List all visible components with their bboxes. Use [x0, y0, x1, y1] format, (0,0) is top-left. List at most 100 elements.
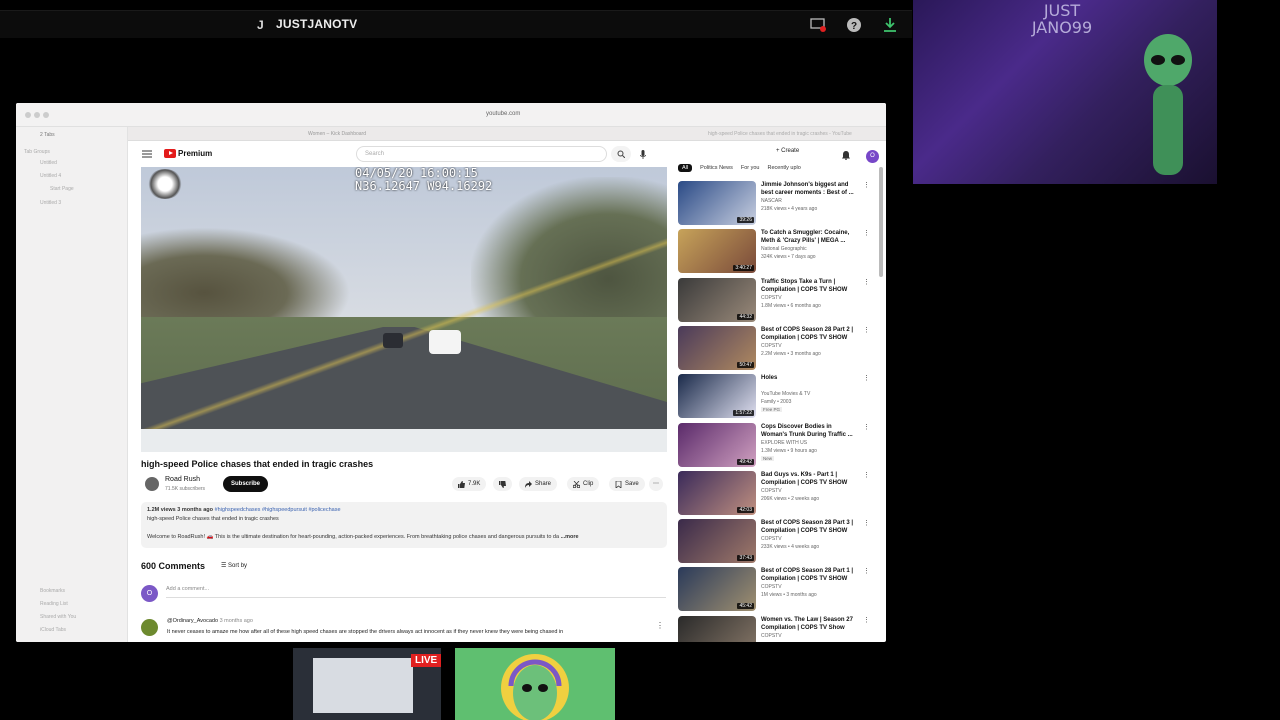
recommended-video[interactable]: Women vs. The Law | Season 27 Compilatio… [678, 615, 870, 642]
recommended-video[interactable]: 45:42 Best of COPS Season 28 Part 1 | Com… [678, 567, 870, 613]
video-title[interactable]: Best of COPS Season 28 Part 1 | Compilat… [761, 567, 857, 583]
video-description[interactable]: 1.2M views 3 months ago #highspeedchases… [141, 502, 667, 548]
video-thumbnail[interactable]: 50:47 [678, 325, 756, 370]
avatar-preview-thumbnail[interactable] [455, 648, 615, 720]
sidebar-item[interactable]: Untitled [40, 160, 57, 166]
recommended-video[interactable]: 44:32 Traffic Stops Take a Turn | Compila… [678, 277, 870, 324]
menu-icon[interactable] [142, 150, 152, 158]
tab-youtube[interactable]: high-speed Police chases that ended in t… [708, 131, 852, 137]
sidebar-item[interactable]: Reading List [40, 601, 68, 607]
more-options-icon[interactable]: ⋮ [863, 616, 870, 624]
channel-name[interactable]: COPSTV [761, 295, 782, 301]
scrollbar[interactable] [879, 167, 883, 277]
more-options-icon[interactable]: ⋮ [863, 374, 870, 382]
sidebar-item[interactable]: Start Page [50, 186, 74, 192]
video-title[interactable]: Cops Discover Bodies in Woman's Trunk Du… [761, 423, 857, 439]
hashtags[interactable]: #highspeedchases #highspeedpursuit #poli… [215, 507, 341, 513]
subscribe-button[interactable]: Subscribe [223, 476, 269, 492]
more-options-icon[interactable]: ⋮ [863, 278, 870, 286]
more-options-icon[interactable]: ⋮ [863, 567, 870, 575]
video-title[interactable]: Holes [761, 374, 857, 382]
more-options-icon[interactable]: ⋮ [863, 519, 870, 527]
save-button[interactable]: Save [609, 477, 645, 491]
dislike-button[interactable] [493, 477, 512, 491]
video-thumbnail[interactable]: 49:42 [678, 422, 756, 467]
channel-avatar[interactable] [145, 477, 159, 491]
more-options-icon[interactable]: ⋮ [863, 229, 870, 237]
video-thumbnail[interactable]: 3:40:27 [678, 229, 756, 274]
channel-name[interactable]: COPSTV [761, 536, 782, 542]
microphone-icon[interactable] [640, 150, 646, 159]
recommended-video[interactable]: 39:26 Jimmie Johnson's biggest and best c… [678, 181, 870, 227]
video-title[interactable]: To Catch a Smuggler: Cocaine, Meth & 'Cr… [761, 229, 857, 245]
share-button[interactable]: Share [519, 477, 558, 491]
comment-author[interactable]: @Ordinary_Avocado [167, 618, 218, 624]
stream-preview-thumbnail[interactable]: LIVE [293, 648, 441, 720]
chip-all[interactable]: All [678, 164, 693, 172]
recommended-video[interactable]: 1:57:22 Holes YouTube Movies & TV Family • … [678, 374, 870, 420]
channel-name[interactable]: COPSTV [761, 584, 782, 590]
video-title[interactable]: Women vs. The Law | Season 27 Compilatio… [761, 616, 857, 632]
channel-name[interactable]: COPSTV [761, 343, 782, 349]
more-options-icon[interactable]: ⋮ [863, 181, 870, 189]
video-title[interactable]: Bad Guys vs. K9s - Part 1 | Compilation … [761, 471, 857, 487]
more-options-icon[interactable]: ⋮ [863, 471, 870, 479]
tab-kick-dashboard[interactable]: Women – Kick Dashboard [308, 131, 366, 137]
chip-recent[interactable]: Recently uplo [767, 165, 800, 171]
like-button[interactable]: 7.9K [452, 477, 487, 491]
sidebar-item[interactable]: Untitled 3 [40, 200, 61, 206]
more-options-icon[interactable]: ⋮ [863, 326, 870, 334]
help-icon[interactable]: ? [845, 16, 863, 34]
channel-name[interactable]: NASCAR [761, 198, 782, 204]
chip-politics[interactable]: Politics News [700, 165, 733, 171]
address-bar[interactable]: youtube.com [486, 111, 520, 117]
video-thumbnail[interactable]: 42:03 [678, 470, 756, 515]
video-thumbnail[interactable]: 45:42 [678, 567, 756, 612]
channel-name[interactable]: JUSTJANOTV [276, 17, 357, 31]
notifications-bell-icon[interactable] [842, 151, 850, 160]
search-button[interactable] [611, 146, 631, 162]
chip-for-you[interactable]: For you [741, 165, 760, 171]
screen-share-icon[interactable] [809, 16, 827, 34]
channel-name[interactable]: COPSTV [761, 633, 782, 639]
clip-button[interactable]: Clip [567, 477, 600, 491]
video-title[interactable]: Jimmie Johnson's biggest and best career… [761, 181, 857, 197]
recommended-video[interactable]: 37:43 Best of COPS Season 28 Part 3 | Com… [678, 519, 870, 565]
channel-name[interactable]: National Geographic [761, 246, 807, 252]
recommended-video[interactable]: 42:03 Bad Guys vs. K9s - Part 1 | Compila… [678, 470, 870, 517]
video-thumbnail[interactable] [678, 615, 756, 642]
sidebar-item[interactable]: Untitled 4 [40, 173, 61, 179]
recommended-video[interactable]: 3:40:27 To Catch a Smuggler: Cocaine, Met… [678, 229, 870, 275]
sidebar-item[interactable]: Bookmarks [40, 588, 65, 594]
recommended-video[interactable]: 49:42 Cops Discover Bodies in Woman's Tru… [678, 422, 870, 469]
more-actions-button[interactable]: ⋯ [649, 477, 663, 491]
download-icon[interactable] [881, 16, 899, 34]
video-player[interactable]: 04/05/20 16:00:15 N36.12647 W94.16292 [141, 167, 667, 452]
commenter-avatar[interactable] [141, 619, 158, 636]
video-title[interactable]: Best of COPS Season 28 Part 3 | Compilat… [761, 519, 857, 535]
account-avatar[interactable]: O [866, 150, 879, 163]
sort-by-button[interactable]: ☰ Sort by [221, 562, 247, 569]
video-thumbnail[interactable]: 44:32 [678, 277, 756, 322]
more-link[interactable]: ...more [561, 534, 579, 540]
channel-name[interactable]: YouTube Movies & TV [761, 391, 810, 397]
sidebar-item[interactable]: 2 Tabs [40, 132, 55, 138]
create-button[interactable]: + Create [776, 148, 799, 154]
window-controls-icon[interactable] [24, 111, 54, 119]
search-input[interactable]: Search [356, 146, 607, 162]
recommended-video[interactable]: 50:47 Best of COPS Season 28 Part 2 | Com… [678, 325, 870, 372]
channel-name[interactable]: EXPLORE WITH US [761, 440, 807, 446]
sidebar-item[interactable]: iCloud Tabs [40, 627, 66, 633]
add-comment-input[interactable]: Add a comment... [166, 586, 666, 598]
video-thumbnail[interactable]: 1:57:22 [678, 374, 756, 419]
more-options-icon[interactable]: ⋮ [863, 423, 870, 431]
video-thumbnail[interactable]: 39:26 [678, 181, 756, 225]
sidebar-item[interactable]: Shared with You [40, 614, 76, 620]
channel-name-link[interactable]: Road Rush [165, 476, 200, 483]
channel-name[interactable]: COPSTV [761, 488, 782, 494]
video-thumbnail[interactable]: 37:43 [678, 519, 756, 564]
youtube-logo[interactable]: Premium [164, 149, 212, 158]
comment-menu-icon[interactable]: ⋮ [656, 621, 664, 630]
video-title[interactable]: Best of COPS Season 28 Part 2 | Compilat… [761, 326, 857, 342]
video-title[interactable]: Traffic Stops Take a Turn | Compilation … [761, 278, 857, 294]
